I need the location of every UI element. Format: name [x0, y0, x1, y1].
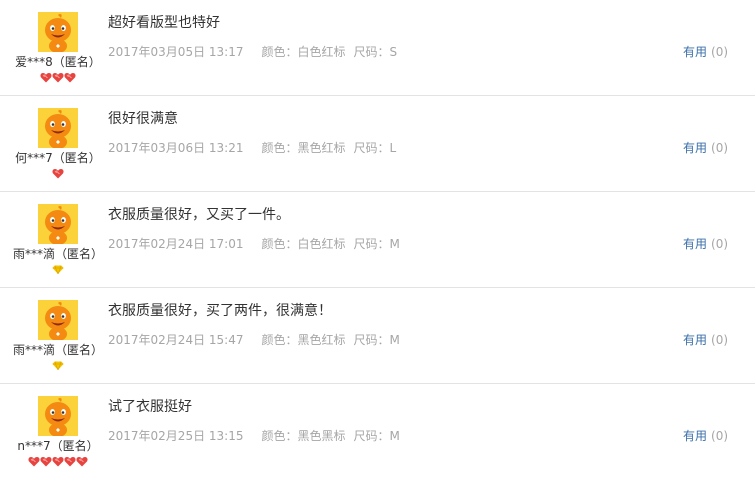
review-color: 颜色：黑色红标: [261, 333, 346, 347]
review-meta: 2017年03月05日 13:17 颜色：白色红标 尺码：S: [108, 43, 397, 60]
review-item: n***7（匿名） 试了衣服挺好 2017年02月25日 13:15 颜色：黑色黑…: [0, 384, 755, 480]
heart-badge-icon: [52, 168, 64, 179]
heart-badge-icon: [28, 456, 40, 467]
reviewer-nickname: 雨***滴（匿名）: [12, 247, 103, 261]
reviewer-nickname: n***7（匿名）: [17, 439, 99, 453]
reviewer-info: 雨***滴（匿名）: [0, 300, 116, 374]
useful-button[interactable]: 有用 (0): [683, 235, 728, 252]
reviewer-level-badges: [0, 456, 116, 470]
review-item: 雨***滴（匿名） 衣服质量很好，买了两件，很满意！ 2017年02月24日 1…: [0, 288, 755, 384]
review-content: 衣服质量很好，买了两件，很满意！: [108, 303, 332, 319]
reviewer-info: 爱***8（匿名）: [0, 12, 116, 86]
reviewer-level-badges: [0, 264, 116, 278]
reviewer-nickname: 爱***8（匿名）: [15, 55, 101, 69]
review-color: 颜色：白色红标: [261, 237, 346, 251]
heart-badge-icon: [64, 456, 76, 467]
review-date: 2017年03月05日 13:17: [108, 45, 244, 59]
avatar[interactable]: [38, 300, 78, 340]
review-date: 2017年02月24日 17:01: [108, 237, 244, 251]
review-content: 很好很满意: [108, 111, 178, 127]
heart-badge-icon: [76, 456, 88, 467]
useful-label[interactable]: 有用: [683, 45, 707, 59]
reviewer-info: 雨***滴（匿名）: [0, 204, 116, 278]
review-size: 尺码：S: [353, 45, 398, 59]
useful-label[interactable]: 有用: [683, 237, 707, 251]
review-date: 2017年03月06日 13:21: [108, 141, 244, 155]
useful-button[interactable]: 有用 (0): [683, 139, 728, 156]
review-meta: 2017年02月25日 13:15 颜色：黑色黑标 尺码：M: [108, 427, 400, 444]
useful-count: (0): [711, 141, 729, 155]
review-size: 尺码：L: [353, 141, 397, 155]
useful-button[interactable]: 有用 (0): [683, 427, 728, 444]
review-content: 衣服质量很好，又买了一件。: [108, 207, 290, 223]
review-meta: 2017年02月24日 15:47 颜色：黑色红标 尺码：M: [108, 331, 400, 348]
review-item: 爱***8（匿名） 超好看版型也特好 2017年03月05日 13:17 颜色：白…: [0, 0, 755, 96]
review-item: 何***7（匿名） 很好很满意 2017年03月06日 13:21 颜色：黑色红标…: [0, 96, 755, 192]
review-color: 颜色：黑色红标: [261, 141, 346, 155]
useful-button[interactable]: 有用 (0): [683, 331, 728, 348]
avatar[interactable]: [38, 204, 78, 244]
heart-badge-icon: [52, 456, 64, 467]
review-date: 2017年02月24日 15:47: [108, 333, 244, 347]
review-size: 尺码：M: [353, 333, 400, 347]
avatar[interactable]: [38, 108, 78, 148]
review-content: 试了衣服挺好: [108, 399, 192, 415]
reviewer-level-badges: [0, 360, 116, 374]
diamond-badge-icon: [52, 361, 64, 371]
useful-count: (0): [711, 237, 729, 251]
reviewer-nickname: 何***7（匿名）: [15, 151, 101, 165]
heart-badge-icon: [40, 72, 52, 83]
review-date: 2017年02月25日 13:15: [108, 429, 244, 443]
useful-count: (0): [711, 45, 729, 59]
review-color: 颜色：白色红标: [261, 45, 346, 59]
useful-count: (0): [711, 429, 729, 443]
review-item: 雨***滴（匿名） 衣服质量很好，又买了一件。 2017年02月24日 17:0…: [0, 192, 755, 288]
review-list: 爱***8（匿名） 超好看版型也特好 2017年03月05日 13:17 颜色：白…: [0, 0, 755, 480]
review-color: 颜色：黑色黑标: [261, 429, 346, 443]
useful-label[interactable]: 有用: [683, 429, 707, 443]
avatar[interactable]: [38, 12, 78, 52]
useful-button[interactable]: 有用 (0): [683, 43, 728, 60]
review-meta: 2017年03月06日 13:21 颜色：黑色红标 尺码：L: [108, 139, 396, 156]
heart-badge-icon: [52, 72, 64, 83]
avatar[interactable]: [38, 396, 78, 436]
review-content: 超好看版型也特好: [108, 15, 220, 31]
useful-label[interactable]: 有用: [683, 333, 707, 347]
reviewer-info: 何***7（匿名）: [0, 108, 116, 182]
diamond-badge-icon: [52, 265, 64, 275]
reviewer-level-badges: [0, 168, 116, 182]
review-meta: 2017年02月24日 17:01 颜色：白色红标 尺码：M: [108, 235, 400, 252]
review-size: 尺码：M: [353, 237, 400, 251]
reviewer-nickname: 雨***滴（匿名）: [12, 343, 103, 357]
heart-badge-icon: [64, 72, 76, 83]
review-size: 尺码：M: [353, 429, 400, 443]
reviewer-info: n***7（匿名）: [0, 396, 116, 470]
heart-badge-icon: [40, 456, 52, 467]
useful-count: (0): [711, 333, 729, 347]
reviewer-level-badges: [0, 72, 116, 86]
useful-label[interactable]: 有用: [683, 141, 707, 155]
